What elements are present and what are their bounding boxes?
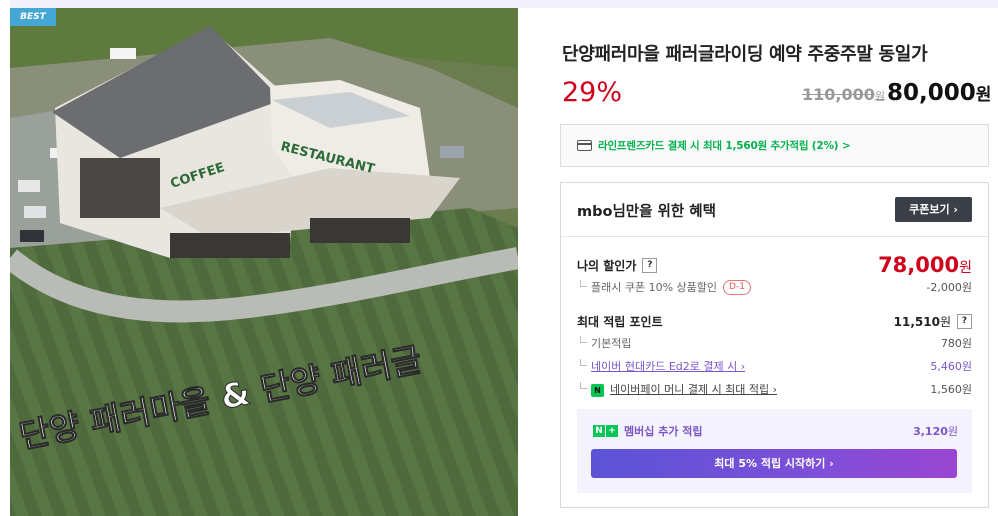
membership-label: 멤버십 추가 적립 bbox=[624, 425, 703, 438]
points-row: 최대 적립 포인트 11,510원 ? bbox=[577, 313, 972, 330]
npay-item[interactable]: N 네이버페이 머니 결제 시 최대 적립 › bbox=[577, 381, 777, 397]
membership-value-unit: 원 bbox=[947, 425, 958, 438]
sale-price-value: 80,000 bbox=[887, 80, 976, 106]
point-item-row: 네이버 현대카드 Ed2로 결제 시 › 5,460원 bbox=[577, 358, 972, 374]
card-benefit-banner[interactable]: 라인프렌즈카드 결제 시 최대 1,560원 추가적립 (2%) > bbox=[560, 124, 989, 167]
coupon-label: 플래시 쿠폰 10% 상품할인 bbox=[577, 279, 717, 295]
my-price-unit: 원 bbox=[959, 260, 972, 276]
points-help-icon[interactable]: ? bbox=[957, 314, 972, 329]
product-photo: RESTAURANT COFFEE 단양 패러마을 & 단양 패러글 bbox=[10, 8, 518, 516]
membership-row: N + 멤버십 추가 적립 3,120원 bbox=[593, 423, 958, 439]
points-total-unit: 원 bbox=[939, 315, 951, 329]
my-price-label: 나의 할인가 bbox=[577, 258, 637, 273]
d-day-badge: D-1 bbox=[723, 279, 751, 295]
my-price-row: 나의 할인가 ? 78,000원 bbox=[577, 253, 972, 277]
benefit-header: mbo님만을 위한 혜택 쿠폰보기 › bbox=[561, 183, 988, 237]
top-strip bbox=[0, 0, 998, 8]
naver-plus-icon: N + bbox=[593, 425, 618, 437]
coupon-view-button[interactable]: 쿠폰보기 › bbox=[895, 197, 972, 222]
naver-n-icon: N bbox=[593, 425, 605, 437]
coupon-value: -2,000원 bbox=[926, 281, 972, 294]
sale-price: 80,000원 bbox=[887, 80, 991, 106]
discount-rate: 29% bbox=[562, 77, 623, 108]
hyundai-card-link[interactable]: 네이버 현대카드 Ed2로 결제 시 › bbox=[577, 358, 745, 374]
plus-icon: + bbox=[606, 425, 618, 437]
sale-price-unit: 원 bbox=[975, 85, 992, 105]
credit-card-icon bbox=[577, 140, 592, 151]
my-price-value: 78,000 bbox=[878, 253, 960, 277]
point-item-value: 5,460원 bbox=[930, 360, 972, 373]
point-item-value: 1,560원 bbox=[930, 383, 972, 396]
card-benefit-text: 라인프렌즈카드 결제 시 최대 1,560원 추가적립 (2%) > bbox=[598, 140, 851, 152]
points-label: 최대 적립 포인트 bbox=[577, 315, 663, 329]
original-price-value: 110,000 bbox=[802, 85, 875, 104]
left-gutter bbox=[0, 0, 10, 516]
point-item-label: 기본적립 bbox=[577, 335, 631, 351]
point-item-value: 780원 bbox=[940, 337, 972, 350]
benefit-title: mbo님만을 위한 혜택 bbox=[577, 204, 716, 220]
membership-start-button[interactable]: 최대 5% 적립 시작하기 › bbox=[591, 449, 957, 478]
product-image[interactable]: RESTAURANT COFFEE 단양 패러마을 & 단양 패러글 bbox=[10, 8, 518, 516]
point-item-row: N 네이버페이 머니 결제 시 최대 적립 › 1,560원 bbox=[577, 381, 972, 397]
best-badge: BEST bbox=[10, 8, 56, 26]
npay-icon: N bbox=[591, 383, 604, 397]
membership-value-amount: 3,120 bbox=[913, 425, 948, 438]
original-price: 110,000원 bbox=[802, 85, 885, 104]
my-price-help-icon[interactable]: ? bbox=[642, 257, 658, 273]
membership-box: N + 멤버십 추가 적립 3,120원 최대 5% 적립 시작하기 › bbox=[577, 409, 972, 493]
my-price: 78,000원 bbox=[878, 253, 972, 277]
original-price-unit: 원 bbox=[874, 90, 885, 103]
npay-link[interactable]: 네이버페이 머니 결제 시 최대 적립 › bbox=[610, 383, 777, 396]
coupon-row: 플래시 쿠폰 10% 상품할인 D-1 -2,000원 bbox=[577, 279, 972, 295]
point-item-row: 기본적립 780원 bbox=[577, 335, 972, 351]
product-title: 단양패러마을 패러글라이딩 예약 주중주말 동일가 bbox=[562, 44, 928, 65]
benefit-panel: mbo님만을 위한 혜택 쿠폰보기 › 나의 할인가 ? 78,000원 플래시… bbox=[560, 182, 989, 508]
points-total-value: 11,510 bbox=[893, 315, 940, 329]
membership-value: 3,120원 bbox=[913, 423, 958, 439]
points-total: 11,510원 bbox=[894, 313, 951, 330]
